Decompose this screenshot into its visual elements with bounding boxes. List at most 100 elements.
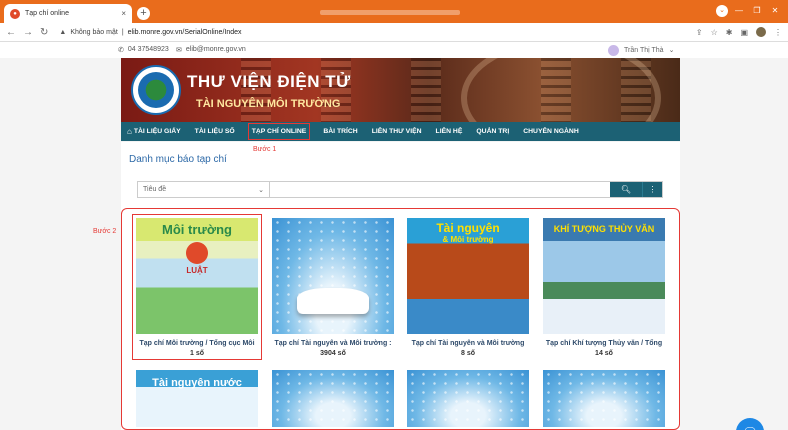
journal-card[interactable] (404, 370, 532, 427)
menu-item-quan-tri[interactable]: QUẢN TRỊ (474, 122, 511, 141)
user-menu[interactable]: Trần Thị Thà ⌄ (608, 44, 675, 56)
window-controls: ⌄ — ❐ ✕ (716, 5, 782, 17)
url-separator: | (121, 28, 124, 36)
forward-icon[interactable]: → (23, 27, 33, 38)
profile-avatar[interactable] (756, 27, 766, 37)
menu-item-bai-trich[interactable]: BÀI TRÍCH (321, 122, 359, 141)
more-options-button[interactable]: ⋮ (642, 182, 662, 197)
journal-card-tai-nguyen-moi-truong[interactable]: Tạp chí Tài nguyên và Môi trường : 3904 … (269, 218, 397, 357)
journal-grid: Môi trường LUẬT Tạp chí Môi trường / Tổn… (121, 208, 680, 430)
journal-card-moi-truong[interactable]: Môi trường LUẬT Tạp chí Môi trường / Tổn… (132, 214, 262, 360)
journal-card-tai-nguyen-nuoc[interactable]: Tài nguyên nước (133, 370, 261, 427)
chat-icon: 💬︎ (742, 425, 757, 430)
address-bar: ← → ↻ ▲ Không bảo mật | elib.monre.gov.v… (0, 23, 788, 42)
reload-icon[interactable]: ↻ (40, 27, 48, 38)
journal-card-tai-nguyen-va-moi-truong[interactable]: Tài nguyên & Môi trường Tạp chí Tài nguy… (404, 218, 532, 357)
step2-annotation: Bước 2 (93, 228, 117, 235)
chevron-down-icon: ⌄ (258, 186, 264, 194)
library-arch-decoration (461, 58, 661, 122)
search-field-select[interactable]: Tiêu đề ⌄ (138, 182, 270, 197)
menu-item-lien-he[interactable]: LIÊN HỆ (434, 122, 465, 141)
url-text: elib.monre.gov.vn/SerialOnline/Index (127, 28, 242, 36)
warning-icon: ▲ (59, 28, 67, 36)
search-bar: Tiêu đề ⌄ 🔍︎ ⋮ (137, 181, 663, 198)
search-input[interactable] (270, 182, 610, 197)
maximize-icon[interactable]: ❐ (750, 5, 764, 17)
cover-pattern (272, 218, 394, 334)
menu-dots-icon[interactable]: ⋮ (774, 28, 782, 37)
back-icon[interactable]: ← (6, 27, 16, 38)
favicon-icon: ● (10, 8, 20, 19)
cover-pattern (407, 370, 529, 427)
email-address: elib@monre.gov.vn (185, 46, 246, 53)
site-logo[interactable] (131, 65, 181, 115)
journal-cover (407, 370, 529, 427)
emblem-icon (186, 242, 208, 264)
browser-tabbar: ● Tạp chí online × + ⌄ — ❐ ✕ (0, 0, 788, 23)
extensions-icon[interactable]: ✱ (726, 28, 733, 37)
menu-label: TÀI LIỆU GIẤY (133, 128, 181, 135)
site-banner: THƯ VIỆN ĐIỆN TỬ TÀI NGUYÊN MÔI TRƯỜNG (121, 58, 680, 122)
journal-card[interactable] (540, 370, 668, 427)
security-label: Không bảo mật (70, 28, 118, 36)
window-title (320, 10, 460, 15)
user-name: Trần Thị Thà (624, 46, 664, 54)
cover-title: Tài nguyên (436, 221, 500, 235)
phone-icon: ✆ (118, 47, 124, 54)
search-button[interactable]: 🔍︎ (610, 182, 642, 197)
issue-count: 8 số (460, 350, 475, 357)
minimize-icon[interactable]: — (732, 5, 746, 17)
page: ✆ 04 37548923 ✉ elib@monre.gov.vn Trần T… (0, 42, 788, 430)
home-icon: ⌂ (127, 127, 132, 136)
main-menu: ⌂ TÀI LIỆU GIẤY TÀI LIỆU SỐ TẠP CHÍ ONLIN… (121, 122, 680, 141)
browser-tab[interactable]: ● Tạp chí online × (4, 4, 132, 23)
page-title: Danh mục báo tạp chí (129, 154, 227, 165)
menu-item-tai-lieu-so[interactable]: TÀI LIỆU SỐ (193, 122, 237, 141)
journal-cover (272, 218, 394, 334)
phone-info: ✆ 04 37548923 (118, 46, 169, 54)
banner-subtitle: TÀI NGUYÊN MÔI TRƯỜNG (196, 98, 341, 110)
journal-card-khi-tuong-thuy-van[interactable]: KHÍ TƯỢNG THỦY VĂN Tạp chí Khí tượng Thủ… (540, 218, 668, 357)
menu-item-tai-lieu-giay[interactable]: ⌂ TÀI LIỆU GIẤY (125, 122, 183, 141)
tab-search-icon[interactable]: ⌄ (716, 5, 728, 17)
cover-subtitle: LUẬT (186, 266, 208, 275)
phone-number: 04 37548923 (127, 46, 169, 53)
bookshelf-decoration (411, 58, 441, 122)
url-field[interactable]: ▲ Không bảo mật | elib.monre.gov.vn/Seri… (59, 29, 241, 36)
open-book-icon (297, 288, 369, 314)
menu-item-lien-thu-vien[interactable]: LIÊN THƯ VIỆN (370, 122, 424, 141)
journal-cover: Tài nguyên & Môi trường (407, 218, 529, 334)
cover-pattern (543, 370, 665, 427)
search-icon: 🔍︎ (620, 185, 632, 194)
user-avatar (608, 44, 619, 56)
cover-pattern (272, 370, 394, 427)
issue-count: 3904 số (320, 350, 346, 357)
vertical-dots-icon: ⋮ (648, 185, 657, 194)
journal-caption[interactable]: Tạp chí Khí tượng Thủy văn / Tổng (540, 340, 668, 347)
journal-caption[interactable]: Tạp chí Môi trường / Tổng cục Môi (133, 340, 261, 347)
share-icon[interactable]: ⇪ (696, 28, 703, 37)
email-info: ✉ elib@monre.gov.vn (176, 46, 246, 54)
journal-caption[interactable]: Tạp chí Tài nguyên và Môi trường : (269, 340, 397, 347)
journal-card[interactable] (269, 370, 397, 427)
mail-icon: ✉ (176, 47, 182, 54)
menu-item-tap-chi-online[interactable]: TẠP CHÍ ONLINE (247, 122, 312, 141)
journal-caption[interactable]: Tạp chí Tài nguyên và Môi trường (404, 340, 532, 347)
puzzle-icon[interactable]: ▣ (740, 28, 748, 37)
issue-count: 14 số (595, 350, 613, 357)
cover-subtitle: & Môi trường (442, 235, 494, 244)
journal-cover: Tài nguyên nước (136, 370, 258, 427)
star-icon[interactable]: ☆ (711, 28, 718, 37)
top-info-bar: ✆ 04 37548923 ✉ elib@monre.gov.vn Trần T… (0, 42, 788, 58)
close-window-icon[interactable]: ✕ (768, 5, 782, 17)
toolbar-right: ⇪ ☆ ✱ ▣ ⋮ (696, 27, 782, 37)
cover-title: Tài nguyên nước (152, 377, 242, 389)
cover-title: Môi trường (136, 218, 258, 240)
journal-cover (543, 370, 665, 427)
logo-emblem (138, 72, 174, 108)
menu-item-chuyen-nganh[interactable]: CHUYÊN NGÀNH (521, 122, 581, 141)
tab-close-icon[interactable]: × (121, 9, 126, 18)
new-tab-button[interactable]: + (137, 7, 150, 20)
chevron-down-icon: ⌄ (668, 47, 675, 54)
chat-button[interactable]: 💬︎ (736, 418, 764, 430)
